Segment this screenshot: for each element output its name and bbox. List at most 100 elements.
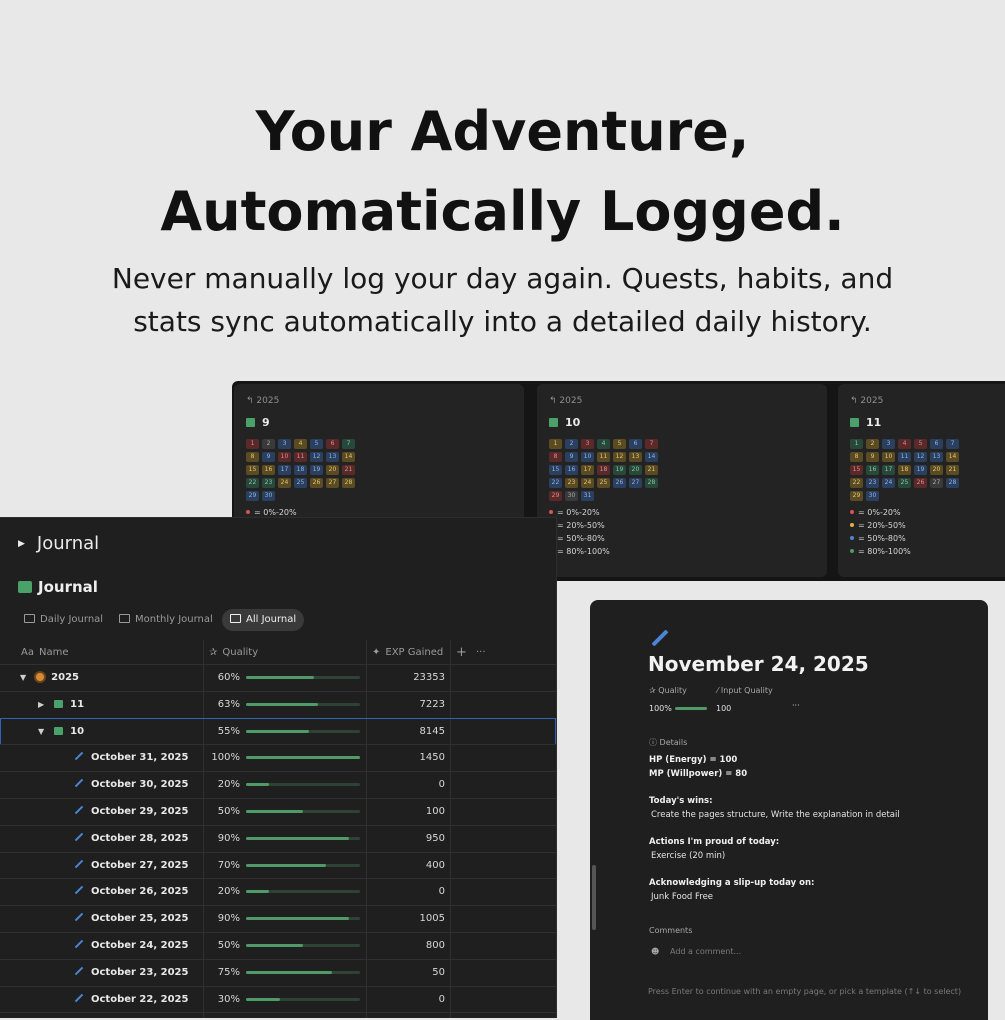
table-row[interactable]: October 31, 2025 100% 1450: [0, 744, 556, 771]
row-name[interactable]: ▶ 11: [38, 691, 84, 718]
calendar-day[interactable]: 15: [850, 465, 863, 475]
calendar-day[interactable]: 24: [278, 478, 291, 488]
table-row[interactable]: October 26, 2025 20% 0: [0, 878, 556, 905]
calendar-day[interactable]: 23: [565, 478, 578, 488]
tab-monthly-journal[interactable]: Monthly Journal: [111, 609, 221, 631]
calendar-day[interactable]: 30: [262, 491, 275, 501]
calendar-day[interactable]: 7: [946, 439, 959, 449]
calendar-day[interactable]: 16: [565, 465, 578, 475]
calendar-day[interactable]: 15: [549, 465, 562, 475]
calendar-day[interactable]: 9: [866, 452, 879, 462]
calendar-day[interactable]: 16: [866, 465, 879, 475]
calendar-day[interactable]: 29: [246, 491, 259, 501]
calendar-day[interactable]: 2: [262, 439, 275, 449]
calendar-day[interactable]: 19: [613, 465, 626, 475]
breadcrumb[interactable]: ↰ 2025: [850, 396, 883, 406]
row-name[interactable]: October 24, 2025: [74, 932, 188, 959]
calendar-day[interactable]: 15: [246, 465, 259, 475]
calendar-day[interactable]: 11: [898, 452, 911, 462]
calendar-day[interactable]: 14: [342, 452, 355, 462]
calendar-day[interactable]: 19: [310, 465, 323, 475]
row-name[interactable]: October 27, 2025: [74, 852, 188, 879]
row-name[interactable]: ▼ 2025: [20, 664, 79, 691]
calendar-day[interactable]: 14: [645, 452, 658, 462]
calendar-day[interactable]: 22: [549, 478, 562, 488]
calendar-day[interactable]: 18: [294, 465, 307, 475]
calendar-day[interactable]: 30: [866, 491, 879, 501]
chevron-right-icon[interactable]: ▶: [38, 700, 44, 709]
row-name[interactable]: October 30, 2025: [74, 771, 188, 798]
calendar-day[interactable]: 25: [898, 478, 911, 488]
calendar-day[interactable]: 26: [613, 478, 626, 488]
calendar-day[interactable]: 20: [930, 465, 943, 475]
calendar-day[interactable]: 14: [946, 452, 959, 462]
calendar-day[interactable]: 10: [581, 452, 594, 462]
calendar-day[interactable]: 18: [898, 465, 911, 475]
calendar-day[interactable]: 5: [310, 439, 323, 449]
calendar-day[interactable]: 20: [629, 465, 642, 475]
calendar-day[interactable]: 8: [549, 452, 562, 462]
calendar-day[interactable]: 22: [850, 478, 863, 488]
calendar-card-10[interactable]: ↰ 2025 10 1 2 3 4 5 6 7 8 9 10 11 12 13 14 15 16 17 18 19 2…: [537, 384, 827, 577]
database-title[interactable]: Journal: [18, 578, 98, 596]
calendar-day[interactable]: 4: [294, 439, 307, 449]
calendar-day[interactable]: 16: [262, 465, 275, 475]
calendar-day[interactable]: 2: [866, 439, 879, 449]
row-name[interactable]: October 29, 2025: [74, 798, 188, 825]
table-row[interactable]: October 24, 2025 50% 800: [0, 932, 556, 959]
calendar-day[interactable]: 1: [549, 439, 562, 449]
proud-text[interactable]: Exercise (20 min): [651, 851, 725, 861]
details-heading[interactable]: ⓘ Details: [649, 737, 687, 748]
calendar-day[interactable]: 29: [850, 491, 863, 501]
table-row[interactable]: ▼ 10 55% 8145: [0, 717, 556, 745]
calendar-day[interactable]: 26: [914, 478, 927, 488]
calendar-day[interactable]: 1: [246, 439, 259, 449]
calendar-day[interactable]: 6: [930, 439, 943, 449]
calendar-day[interactable]: 23: [262, 478, 275, 488]
calendar-day[interactable]: 10: [882, 452, 895, 462]
calendar-day[interactable]: 17: [278, 465, 291, 475]
calendar-day[interactable]: 21: [645, 465, 658, 475]
table-row[interactable]: October 29, 2025 50% 100: [0, 798, 556, 825]
calendar-day[interactable]: 7: [645, 439, 658, 449]
property-quality[interactable]: ✰ Quality: [649, 686, 687, 695]
calendar-day[interactable]: 25: [597, 478, 610, 488]
column-header-exp[interactable]: ✦ EXP Gained: [372, 640, 443, 665]
calendar-day[interactable]: 3: [278, 439, 291, 449]
property-input-quality[interactable]: ⁄ Input Quality: [717, 686, 773, 695]
calendar-day[interactable]: 31: [581, 491, 594, 501]
row-name[interactable]: October 31, 2025: [74, 744, 188, 771]
table-row[interactable]: October 25, 2025 90% 1005: [0, 905, 556, 932]
calendar-day[interactable]: 5: [914, 439, 927, 449]
calendar-day[interactable]: 27: [930, 478, 943, 488]
calendar-day[interactable]: 6: [629, 439, 642, 449]
calendar-day[interactable]: 30: [565, 491, 578, 501]
chevron-down-icon[interactable]: ▼: [20, 673, 26, 682]
calendar-day[interactable]: 21: [342, 465, 355, 475]
calendar-day[interactable]: 4: [898, 439, 911, 449]
calendar-day[interactable]: 7: [342, 439, 355, 449]
calendar-day[interactable]: 5: [613, 439, 626, 449]
slip-text[interactable]: Junk Food Free: [651, 892, 713, 902]
calendar-day[interactable]: 24: [581, 478, 594, 488]
input-quality-value[interactable]: 100: [716, 704, 731, 713]
calendar-day[interactable]: 8: [850, 452, 863, 462]
row-name[interactable]: October 25, 2025: [74, 905, 188, 932]
table-row[interactable]: ▶ 11 63% 7223: [0, 691, 556, 718]
more-options-button[interactable]: ···: [476, 640, 486, 665]
calendar-day[interactable]: 19: [914, 465, 927, 475]
calendar-day[interactable]: 13: [326, 452, 339, 462]
calendar-day[interactable]: 2: [565, 439, 578, 449]
table-row[interactable]: October 23, 2025 75% 50: [0, 959, 556, 986]
calendar-day[interactable]: 26: [310, 478, 323, 488]
calendar-day[interactable]: 12: [613, 452, 626, 462]
calendar-day[interactable]: 12: [310, 452, 323, 462]
calendar-day[interactable]: 10: [278, 452, 291, 462]
calendar-day[interactable]: 24: [882, 478, 895, 488]
calendar-day[interactable]: 22: [246, 478, 259, 488]
tab-all-journal[interactable]: All Journal: [222, 609, 305, 631]
table-row[interactable]: October 28, 2025 90% 950: [0, 825, 556, 852]
calendar-day[interactable]: 20: [326, 465, 339, 475]
calendar-card-11[interactable]: ↰ 2025 11 1 2 3 4 5 6 7 8 9 10 11 12 13 14 15 16 17 18 19 2…: [838, 384, 1005, 577]
chevron-down-icon[interactable]: ▼: [38, 727, 44, 736]
